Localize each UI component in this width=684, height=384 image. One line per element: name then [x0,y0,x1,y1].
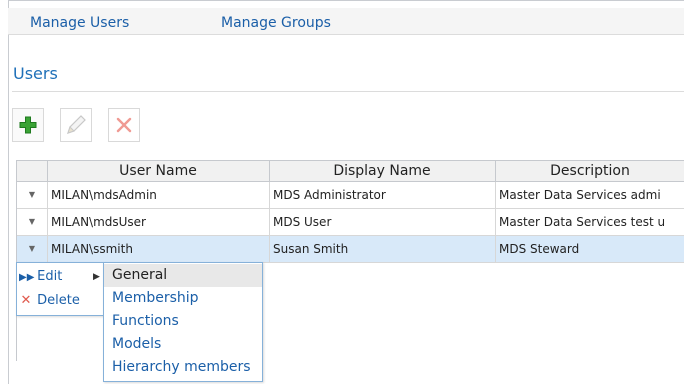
header-arrow-column [17,161,48,181]
top-nav: Manage Users Manage Groups [8,8,684,35]
menu-item-delete-label: Delete [37,293,80,308]
header-user-name[interactable]: User Name [47,161,270,181]
menu-item-edit-label: Edit [37,269,63,284]
header-display-name[interactable]: Display Name [269,161,496,181]
plus-icon [19,116,37,134]
cell-display-name: Susan Smith [269,236,496,262]
menu-item-delete[interactable]: ✕ Delete [19,290,80,312]
submenu-item-models[interactable]: Models [104,333,262,356]
delete-user-button[interactable] [108,108,140,142]
cell-user-name: MILAN\ssmith [47,236,270,262]
cell-description: Master Data Services test u [499,215,666,229]
row-menu-arrow-icon[interactable]: ▼ [17,236,48,262]
cell-description: MDS Steward [499,242,580,256]
table-row-selected[interactable]: ▼ MILAN\ssmith Susan Smith MDS Steward [17,236,684,263]
nav-manage-users[interactable]: Manage Users [30,15,129,31]
submenu-arrow-icon: ▶ [93,272,100,282]
page-title: Users [13,64,58,83]
cell-display-name: MDS Administrator [269,182,496,208]
x-icon [115,116,133,134]
table-row[interactable]: ▼ MILAN\mdsAdmin MDS Administrator Maste… [17,182,684,209]
cell-description: Master Data Services admi [499,188,661,202]
grid-header: User Name Display Name Description [17,161,684,182]
double-arrow-icon: ▶▶ [19,272,35,283]
cell-display-name: MDS User [269,209,496,235]
edit-user-button[interactable] [60,108,92,142]
table-row[interactable]: ▼ MILAN\mdsUser MDS User Master Data Ser… [17,209,684,236]
edit-submenu: General Membership Functions Models Hier… [103,262,263,382]
submenu-item-general[interactable]: General [104,264,262,287]
add-user-button[interactable] [12,108,44,142]
submenu-item-functions[interactable]: Functions [104,310,262,333]
submenu-item-membership[interactable]: Membership [104,287,262,310]
delete-x-icon: ✕ [20,293,32,308]
submenu-item-hierarchy-members[interactable]: Hierarchy members [104,356,262,379]
cell-user-name: MILAN\mdsAdmin [47,182,270,208]
cell-user-name: MILAN\mdsUser [47,209,270,235]
pencil-icon [65,114,87,136]
row-menu-arrow-icon[interactable]: ▼ [17,182,48,208]
title-divider [12,91,684,92]
nav-manage-groups[interactable]: Manage Groups [221,15,331,31]
header-description[interactable]: Description [495,161,684,181]
row-menu-arrow-icon[interactable]: ▼ [17,209,48,235]
row-context-menu: ▶▶ Edit ▶ ✕ Delete [16,262,106,316]
menu-item-edit[interactable]: ▶▶ Edit ▶ [19,266,100,288]
